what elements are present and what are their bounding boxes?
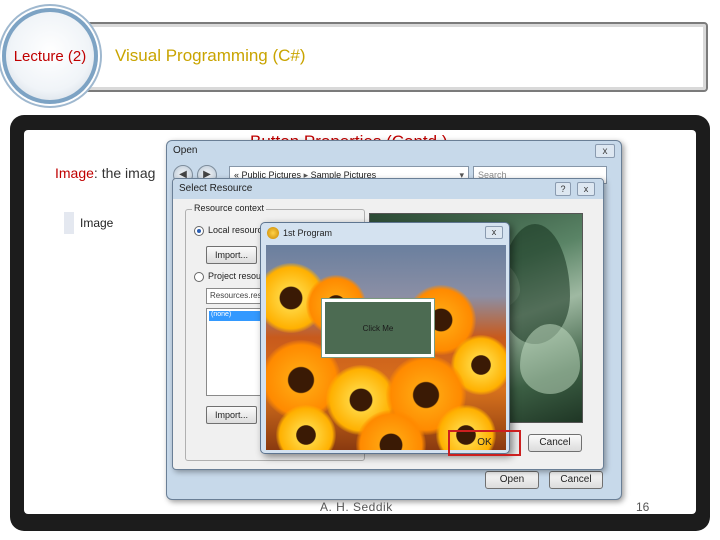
property-row-image[interactable]: Image — [64, 212, 168, 234]
body-description: : the imag — [93, 165, 156, 181]
footer-author: A. H. Seddik — [320, 500, 393, 514]
property-label: Image — [80, 216, 114, 230]
program-window-title: 1st Program — [283, 228, 333, 238]
open-dialog-close-button[interactable]: x — [595, 144, 615, 158]
body-text: Image: the imag — [55, 165, 155, 181]
lecture-label: Lecture (2) — [13, 47, 87, 65]
project-resource-radio[interactable] — [194, 272, 204, 282]
open-button[interactable]: Open — [485, 471, 539, 489]
program-window-close-button[interactable]: x — [485, 226, 503, 239]
select-resource-title: Select Resource — [179, 183, 253, 194]
page-number: 16 — [636, 500, 650, 514]
course-title: Visual Programming (C#) — [115, 46, 306, 65]
import-button-2[interactable]: Import... — [206, 406, 258, 424]
ok-button[interactable]: OK — [450, 432, 519, 454]
resource-context-label: Resource context — [192, 203, 267, 213]
ok-button-highlight[interactable]: OK — [448, 430, 521, 456]
local-resource-radio[interactable] — [194, 226, 204, 236]
open-cancel-button[interactable]: Cancel — [549, 471, 603, 489]
lecture-badge: Lecture (2) — [2, 8, 98, 104]
open-dialog-title: Open — [173, 145, 198, 156]
body-keyword: Image — [55, 165, 94, 181]
open-dialog-titlebar: Open — [167, 141, 621, 161]
import-button[interactable]: Import... — [206, 246, 258, 264]
slide-page: Lecture (2) Visual Programming (C#) Butt… — [0, 0, 720, 540]
select-resource-close-button[interactable]: x — [577, 182, 595, 196]
click-me-label: Click Me — [362, 323, 394, 333]
click-me-button[interactable]: Click Me — [321, 298, 435, 358]
select-resource-cancel-button[interactable]: Cancel — [528, 434, 582, 452]
select-resource-titlebar: Select Resource — [173, 179, 603, 199]
help-button[interactable]: ? — [555, 182, 571, 196]
